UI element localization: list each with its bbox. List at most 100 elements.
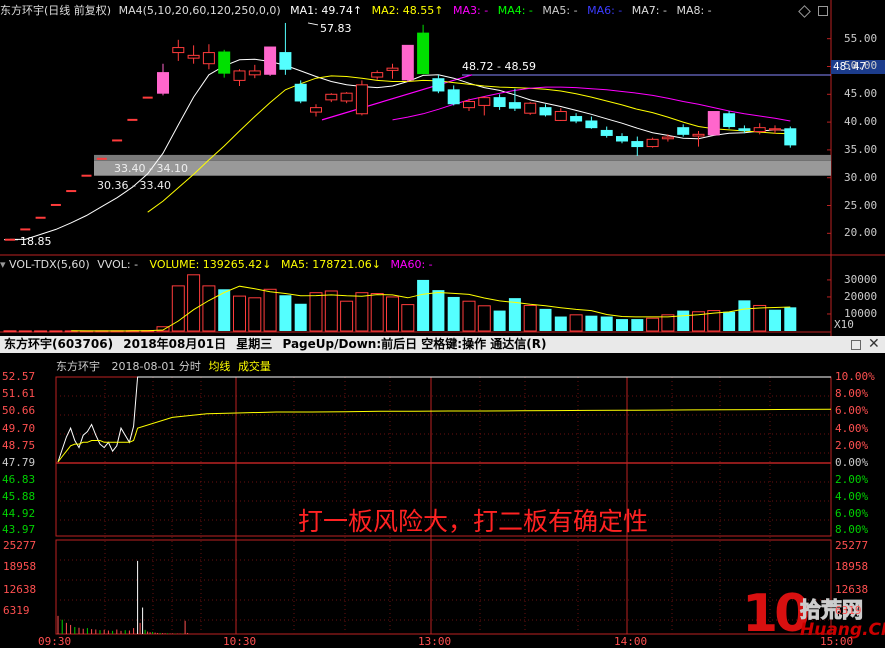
intraday-avg-line bbox=[57, 408, 832, 463]
close-icon[interactable]: ✕ bbox=[868, 336, 880, 353]
time-axis-label: 13:00 bbox=[418, 635, 452, 648]
volume-bar bbox=[279, 295, 292, 331]
intraday-vol-tick-left: 18958 bbox=[3, 560, 37, 573]
intraday-title-bar[interactable]: 东方环宇(603706) 2018年08月01日 星期三 PageUp/Down… bbox=[0, 336, 885, 353]
intraday-right-tick: 6.00% bbox=[835, 404, 869, 417]
volume-bar bbox=[370, 293, 384, 332]
candle bbox=[723, 113, 736, 128]
time-axis-label: 09:30 bbox=[38, 635, 72, 648]
candle bbox=[371, 72, 384, 78]
gap-band-2 bbox=[94, 160, 831, 176]
volume-bar bbox=[218, 289, 231, 331]
gap-band-1 bbox=[94, 154, 831, 161]
candle bbox=[769, 128, 781, 131]
volume-bar bbox=[569, 314, 583, 332]
intraday-left-tick: 51.61 bbox=[2, 387, 36, 400]
vvol-value: VVOL: - bbox=[97, 258, 139, 271]
high-price-label: 57.83 bbox=[320, 22, 352, 35]
watermark-ten: 10 bbox=[742, 584, 810, 644]
intraday-vol-tick-right: 25277 bbox=[835, 539, 869, 552]
volume-bar bbox=[171, 285, 185, 332]
candle bbox=[279, 52, 292, 70]
volume-bar bbox=[616, 319, 628, 331]
kline-y-tick-label: 20.00 bbox=[844, 226, 878, 240]
candle bbox=[340, 92, 353, 102]
volume-legend[interactable]: 成交量 bbox=[238, 360, 271, 373]
intraday-vol-tick-left: 6319 bbox=[3, 604, 30, 617]
intraday-left-tick: 44.92 bbox=[2, 507, 36, 520]
candle bbox=[692, 133, 705, 137]
vol-ma5-value: MA5: 178721.06↓ bbox=[281, 258, 381, 271]
volume-bar bbox=[49, 330, 63, 333]
restore-button[interactable] bbox=[851, 340, 861, 350]
candle bbox=[570, 116, 583, 122]
candle bbox=[707, 111, 720, 136]
intraday-vol-tick-right: 6319 bbox=[835, 604, 862, 617]
kline-y-tick-label: 30.00 bbox=[844, 170, 878, 184]
candle bbox=[432, 78, 445, 92]
ma-line-ma1 bbox=[10, 58, 791, 240]
volume-bar bbox=[753, 304, 767, 332]
volume-bar bbox=[539, 308, 552, 331]
intraday-left-tick: 45.88 bbox=[2, 490, 36, 503]
vol-header: ▾ VOL-TDX(5,60) VVOL: - VOLUME: 139265.4… bbox=[0, 258, 433, 272]
intraday-right-tick: 8.00% bbox=[835, 523, 869, 536]
intraday-right-tick: 4.00% bbox=[835, 490, 869, 503]
volume-value: VOLUME: 139265.42↓ bbox=[149, 258, 272, 271]
volume-bar bbox=[263, 288, 277, 332]
candle bbox=[631, 141, 644, 148]
gap-band1-label: 33.40 - 34.10 bbox=[114, 162, 188, 175]
candle bbox=[508, 102, 521, 109]
candle bbox=[386, 67, 399, 71]
intraday-right-tick: 2.00% bbox=[835, 439, 869, 452]
volume-bar bbox=[493, 310, 506, 331]
kline-y-tick-label: 50.00 bbox=[844, 59, 878, 73]
volume-bar bbox=[3, 330, 17, 333]
time-axis-label: 10:30 bbox=[223, 635, 257, 648]
volume-bar bbox=[600, 316, 613, 331]
intraday-hint: PageUp/Down:前后日 空格键:操作 通达信(R) bbox=[282, 337, 547, 351]
vol-unit-label: X10 bbox=[834, 318, 854, 331]
vol-y-tick-label: 20000 bbox=[844, 289, 878, 303]
time-axis-label: 15:00 bbox=[820, 635, 854, 648]
intraday-left-tick: 49.70 bbox=[2, 422, 36, 435]
volume-bar bbox=[554, 316, 567, 331]
volume-bar bbox=[187, 274, 201, 332]
kline-y-tick-label: 40.00 bbox=[844, 115, 878, 129]
vol-y-tick-label: 30000 bbox=[844, 272, 878, 286]
caption-text: 打一板风险大，打二板有确定性 bbox=[298, 507, 649, 536]
ma-line-ma2 bbox=[147, 75, 791, 213]
candle bbox=[753, 127, 766, 133]
vol-dropdown-icon[interactable]: ▾ bbox=[0, 258, 6, 271]
candle bbox=[616, 136, 628, 142]
volume-bar bbox=[202, 285, 216, 332]
volume-bar bbox=[34, 330, 48, 333]
volume-bar bbox=[248, 297, 262, 332]
volume-bar bbox=[677, 310, 690, 331]
intraday-price-line bbox=[57, 376, 831, 463]
intraday-vol-tick-left: 12638 bbox=[3, 583, 37, 596]
candle bbox=[310, 107, 322, 113]
intraday-left-tick: 48.75 bbox=[2, 439, 36, 452]
volume-bar bbox=[324, 290, 338, 332]
intraday-left-tick: 47.79 bbox=[2, 456, 36, 469]
candle bbox=[646, 138, 659, 148]
vol-indicator-name[interactable]: VOL-TDX(5,60) bbox=[9, 258, 90, 271]
candle bbox=[325, 93, 338, 101]
intraday-right-tick: 0.00% bbox=[835, 456, 869, 469]
candle bbox=[401, 44, 414, 81]
intraday-left-tick: 52.57 bbox=[2, 370, 36, 383]
intraday-weekday: 星期三 bbox=[236, 337, 273, 351]
avg-line-legend[interactable]: 均线 bbox=[208, 360, 230, 373]
intraday-date: 2018年08月01日 bbox=[123, 337, 227, 351]
candle bbox=[539, 107, 552, 116]
intraday-right-tick: 2.00% bbox=[835, 473, 869, 486]
intraday-left-tick: 50.66 bbox=[2, 404, 36, 417]
candle bbox=[554, 111, 567, 121]
candle bbox=[738, 128, 751, 131]
watermark-logo: 10 拾荒网 Huang.CN bbox=[742, 584, 885, 648]
time-axis-label: 14:00 bbox=[614, 635, 648, 648]
candle bbox=[172, 47, 185, 54]
volume-bar bbox=[18, 330, 32, 333]
intraday-right-tick: 8.00% bbox=[835, 387, 869, 400]
